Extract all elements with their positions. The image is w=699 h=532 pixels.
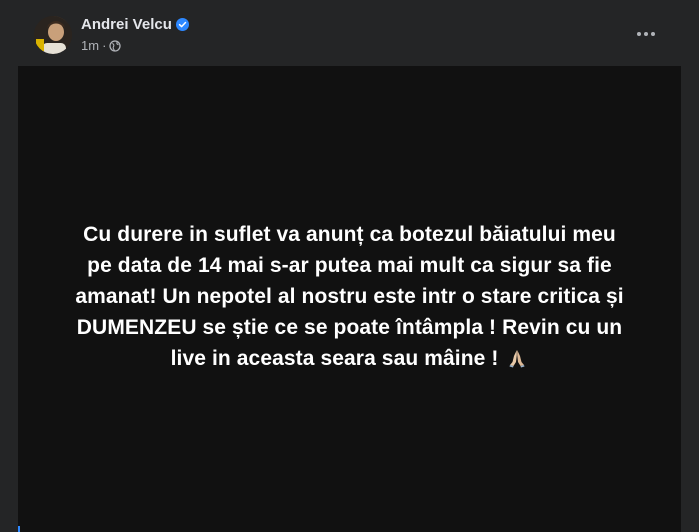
- verified-badge-icon: [175, 18, 189, 31]
- folded-hands-emoji-icon: [509, 350, 525, 368]
- more-options-button[interactable]: [628, 18, 664, 50]
- status-line-3: amanat! Un nepotel al nostru este intr o…: [75, 285, 624, 308]
- author-name-row: Andrei Velcu: [81, 16, 189, 34]
- bottom-accent-bar: [18, 526, 20, 532]
- post-meta: 1m ·: [81, 38, 122, 54]
- author-avatar[interactable]: [34, 16, 72, 54]
- status-line-5: live in aceasta seara sau mâine !: [170, 347, 499, 370]
- meta-separator: ·: [102, 38, 107, 53]
- more-options-icon: [637, 32, 641, 36]
- globe-icon[interactable]: [109, 40, 122, 52]
- status-text-background: Cu durere in suflet va anunț ca botezul …: [18, 66, 681, 532]
- facebook-post: Andrei Velcu 1m · Cu durere in suflet va …: [0, 0, 699, 532]
- post-timestamp[interactable]: 1m: [81, 38, 99, 53]
- author-name[interactable]: Andrei Velcu: [81, 16, 172, 33]
- status-line-1: Cu durere in suflet va anunț ca botezul …: [83, 223, 616, 246]
- status-line-2: pe data de 14 mai s-ar putea mai mult ca…: [87, 254, 612, 277]
- post-header: Andrei Velcu 1m ·: [0, 0, 699, 66]
- status-line-4: DUMENZEU se știe ce se poate întâmpla ! …: [76, 316, 623, 339]
- status-line-5-row: live in aceasta seara sau mâine !: [18, 343, 681, 374]
- status-text: Cu durere in suflet va anunț ca botezul …: [18, 219, 681, 374]
